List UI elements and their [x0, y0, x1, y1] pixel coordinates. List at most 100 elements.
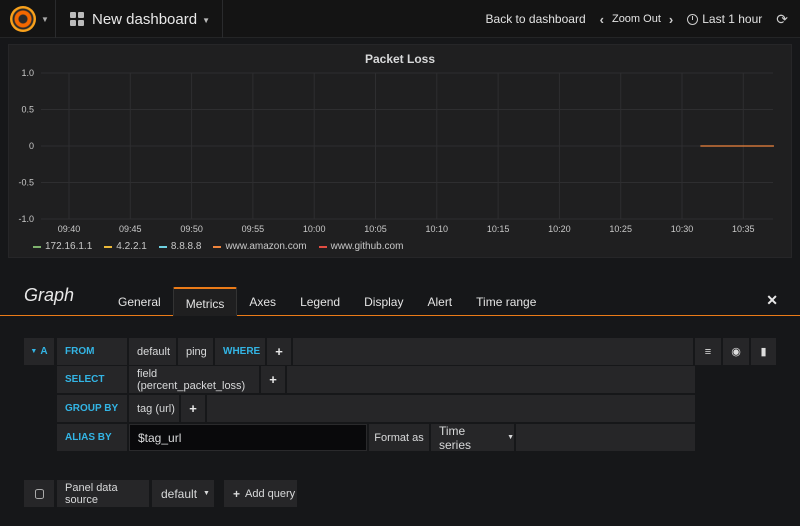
panel-editor: Graph General Metrics Axes Legend Display Ale…: [0, 268, 800, 526]
back-to-dashboard-button[interactable]: Back to dashboard: [486, 12, 586, 26]
x-tick-label: 09:50: [180, 224, 203, 234]
chevron-right-icon[interactable]: ›: [669, 12, 673, 27]
trash-icon[interactable]: ▮: [751, 338, 776, 365]
legend-label: www.github.com: [330, 241, 404, 252]
legend-label: 8.8.8.8: [170, 241, 202, 252]
time-range-label: Last 1 hour: [702, 12, 763, 26]
measurement-select[interactable]: ping: [178, 338, 213, 365]
add-group-by-button[interactable]: +: [181, 395, 205, 422]
x-tick-label: 10:10: [426, 224, 449, 234]
database-icon: [34, 488, 44, 499]
caret-down-icon: ▼: [507, 434, 514, 441]
eye-icon[interactable]: ◉: [723, 338, 749, 365]
chevron-left-icon[interactable]: ‹: [600, 12, 604, 27]
tab-display[interactable]: Display: [352, 287, 415, 316]
grafana-menu-button[interactable]: ▼: [0, 0, 56, 38]
y-tick-label: -1.0: [18, 214, 34, 224]
plus-icon: +: [233, 486, 241, 501]
top-navbar: ▼ New dashboard ▼ Back to dashboard ‹ Zo…: [0, 0, 800, 38]
tab-metrics[interactable]: Metrics: [172, 287, 238, 316]
format-as-value: Time series: [439, 423, 472, 452]
query-ref-id: A: [40, 346, 48, 357]
caret-down-icon: ▼: [202, 15, 210, 25]
legend-label: 172.16.1.1: [45, 241, 93, 252]
caret-down-icon: ▼: [41, 14, 49, 24]
tab-general[interactable]: General: [106, 287, 173, 316]
y-tick-label: 0.5: [21, 105, 34, 115]
x-tick-label: 10:05: [364, 224, 387, 234]
legend-swatch: [158, 245, 167, 248]
x-tick-label: 10:35: [732, 224, 755, 234]
from-keyword: FROM: [57, 338, 127, 365]
query-row-from: ▼ A FROM default ping WHERE + ≡ ◉ ▮: [24, 338, 776, 365]
row-filler: [207, 395, 695, 422]
caret-down-icon: ▼: [203, 490, 210, 497]
caret-down-icon: ▼: [30, 348, 38, 355]
close-icon[interactable]: ✕: [766, 292, 778, 309]
y-tick-label: -0.5: [18, 178, 34, 188]
legend-item[interactable]: www.github.com: [318, 241, 404, 252]
select-keyword: SELECT: [57, 366, 127, 393]
query-row-select: SELECT field (percent_packet_loss) +: [24, 366, 696, 393]
editor-tabs: General Metrics Axes Legend Display Alert Time…: [106, 287, 548, 316]
chart-legend: 172.16.1.1 4.2.2.1 8.8.8.8 www.amazon.com ww…: [33, 241, 415, 252]
y-tick-label: 0: [29, 141, 34, 151]
time-picker-button[interactable]: Last 1 hour: [687, 12, 762, 26]
legend-item[interactable]: www.amazon.com: [213, 241, 307, 252]
add-query-button[interactable]: + Add query: [224, 480, 297, 507]
x-tick-label: 10:30: [671, 224, 694, 234]
add-query-label: Add query: [245, 487, 296, 500]
x-tick-label: 10:15: [487, 224, 510, 234]
legend-item[interactable]: 4.2.2.1: [104, 241, 147, 252]
x-tick-label: 09:55: [242, 224, 265, 234]
select-field[interactable]: field (percent_packet_loss): [129, 366, 259, 393]
datasource-select[interactable]: default ▼: [152, 480, 214, 507]
legend-swatch: [33, 245, 41, 248]
tab-time-range[interactable]: Time range: [464, 287, 548, 316]
group-by-tag[interactable]: tag (url): [129, 395, 179, 422]
hamburger-icon[interactable]: ≡: [695, 338, 721, 365]
datasource-icon-cell: [24, 480, 54, 507]
legend-item[interactable]: 172.16.1.1: [33, 241, 92, 252]
legend-item[interactable]: 8.8.8.8: [158, 241, 202, 252]
clock-icon: [687, 13, 699, 25]
x-tick-label: 09:45: [119, 224, 142, 234]
query-row-alias: ALIAS BY $tag_url Format as Time series ▼: [24, 423, 696, 452]
editor-header: Graph General Metrics Axes Legend Display Ale…: [0, 268, 800, 316]
alias-input[interactable]: $tag_url: [129, 424, 367, 451]
legend-swatch: [213, 245, 222, 248]
row-filler: [293, 338, 693, 365]
legend-label: 4.2.2.1: [116, 241, 147, 252]
refresh-icon: ⟳: [776, 10, 788, 27]
navbar-actions: Back to dashboard ‹ Zoom Out › Last 1 ho…: [472, 0, 788, 38]
tab-alert[interactable]: Alert: [415, 287, 464, 316]
alias-by-keyword: ALIAS BY: [57, 424, 127, 451]
add-select-button[interactable]: +: [261, 366, 285, 393]
x-tick-label: 09:40: [58, 224, 81, 234]
where-keyword: WHERE: [215, 338, 265, 365]
dashboard-title: New dashboard: [92, 10, 198, 28]
format-as-select[interactable]: Time series ▼: [431, 423, 514, 452]
zoom-out-group: ‹ Zoom Out ›: [600, 12, 674, 27]
refresh-button[interactable]: ⟳: [776, 11, 788, 28]
legend-swatch: [318, 245, 327, 248]
datasource-label: Panel data source: [57, 480, 149, 507]
packet-loss-chart: 1.0 0.5 0 -0.5 -1.0 09:40 09:45 09:50 09:55 10:00…: [18, 68, 774, 234]
tab-legend[interactable]: Legend: [288, 287, 352, 316]
retention-policy-select[interactable]: default: [129, 338, 176, 365]
x-tick-label: 10:20: [548, 224, 571, 234]
x-tick-label: 10:25: [609, 224, 632, 234]
grafana-logo-icon: [10, 6, 36, 32]
legend-swatch: [104, 245, 113, 248]
group-by-keyword: GROUP BY: [57, 395, 127, 422]
dashboard-picker[interactable]: New dashboard ▼: [58, 0, 223, 38]
zoom-out-button[interactable]: Zoom Out: [612, 13, 661, 25]
row-filler: [287, 366, 695, 393]
y-tick-label: 1.0: [21, 68, 34, 78]
datasource-value: default: [161, 486, 198, 501]
graph-panel: Packet Loss 1.0 0.5 0 -0.5 -1.0 09:40 09:45 09:…: [8, 44, 792, 258]
query-collapse-toggle[interactable]: ▼ A: [24, 338, 54, 365]
legend-label: www.amazon.com: [225, 241, 307, 252]
add-where-button[interactable]: +: [267, 338, 291, 365]
tab-axes[interactable]: Axes: [237, 287, 288, 316]
